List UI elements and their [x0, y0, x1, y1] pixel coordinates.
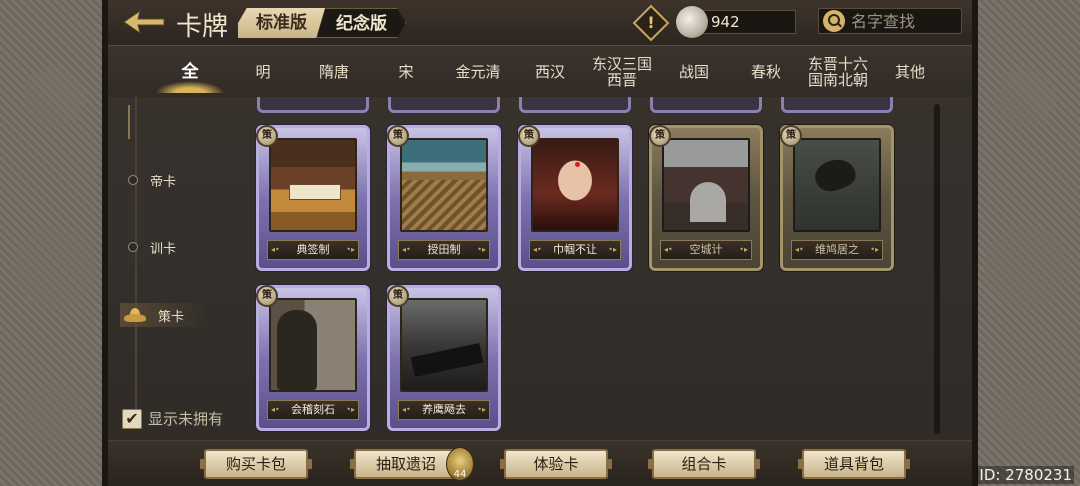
search-box[interactable]: [818, 8, 962, 34]
tab-sui-tang[interactable]: 隋唐: [298, 47, 370, 97]
bottom-action-bar: 购买卡包 抽取遗诏 44 体验卡 组合卡 道具背包: [108, 440, 972, 486]
edict-count-badge: 44: [446, 447, 474, 481]
nav-emperor-cards[interactable]: 帝卡: [128, 170, 176, 190]
lotus-icon: [124, 308, 146, 322]
top-bar: 卡牌 标准版 纪念版 ! 942: [108, 0, 972, 46]
tab-spring-autumn[interactable]: 春秋: [730, 47, 802, 97]
card-name: 会稽刻石: [267, 400, 359, 420]
tab-standard-version[interactable]: 标准版: [238, 8, 325, 38]
strategy-badge-icon: 策: [387, 285, 409, 307]
currency-icon: [676, 6, 708, 38]
draw-edict-button[interactable]: 抽取遗诏: [350, 449, 462, 479]
partial-card[interactable]: [519, 97, 631, 113]
nav-label: 策卡: [158, 309, 185, 325]
card-collection-window: 卡牌 标准版 纪念版 ! 942 全 明 隋唐 宋 金元清 西汉 东汉三国 西晋…: [108, 0, 972, 486]
card-art: [400, 298, 488, 392]
strategy-badge-icon: 策: [256, 125, 278, 147]
card-name: 养鹰飏去: [398, 400, 490, 420]
card-art: [269, 138, 357, 232]
coin-counter: 942: [702, 10, 796, 34]
side-border-right: [972, 0, 978, 486]
card-art: [400, 138, 488, 232]
card-name: 巾帼不让: [529, 240, 621, 260]
partial-card[interactable]: [650, 97, 762, 113]
card-art: [269, 298, 357, 392]
trial-card-button[interactable]: 体验卡: [500, 449, 612, 479]
card-name: 维鸠居之: [791, 240, 883, 260]
nav-label: 训卡: [150, 241, 177, 257]
back-arrow-icon[interactable]: [122, 8, 166, 36]
show-unowned-label: 显示未拥有: [148, 410, 224, 428]
tab-ming[interactable]: 明: [228, 47, 298, 97]
card-name: 空城计: [660, 240, 752, 260]
card-land-grant[interactable]: 策 授田制: [387, 125, 501, 271]
card-name: 典签制: [267, 240, 359, 260]
card-art: [662, 138, 750, 232]
partial-card[interactable]: [781, 97, 893, 113]
card-kuaiji-stele[interactable]: 策 会稽刻石: [256, 285, 370, 431]
item-bag-button[interactable]: 道具背包: [798, 449, 910, 479]
dynasty-tab-row: 全 明 隋唐 宋 金元清 西汉 东汉三国 西晋 战国 春秋 东晋十六 国南北朝 …: [108, 47, 972, 139]
tab-commemorative-version[interactable]: 纪念版: [317, 8, 406, 38]
tab-eastern-jin-southern-northern[interactable]: 东晋十六 国南北朝: [802, 47, 874, 97]
warning-glyph: !: [647, 13, 655, 32]
card-grid: 策 典签制 策 授田制 策 巾帼不让 策 空城计 策 维鸠居之 策 会稽刻石: [252, 97, 928, 437]
card-heroine[interactable]: 策 巾帼不让: [518, 125, 632, 271]
player-id: ID: 2780231: [977, 466, 1074, 484]
nav-training-cards[interactable]: 训卡: [128, 237, 176, 257]
show-unowned-toggle[interactable]: ✔ 显示未拥有: [122, 408, 223, 429]
nav-dot: [128, 175, 138, 185]
card-grid-scrollbar[interactable]: [934, 104, 940, 434]
card-raise-hawk[interactable]: 策 养鹰飏去: [387, 285, 501, 431]
strategy-badge-icon: 策: [780, 125, 802, 147]
buy-pack-button[interactable]: 购买卡包: [200, 449, 312, 479]
nav-strategy-cards[interactable]: 策卡: [120, 303, 207, 327]
partial-card[interactable]: [388, 97, 500, 113]
warning-icon[interactable]: !: [632, 4, 670, 42]
tab-all[interactable]: 全: [152, 47, 228, 97]
tab-song[interactable]: 宋: [370, 47, 442, 97]
tab-western-han[interactable]: 西汉: [514, 47, 586, 97]
tab-other[interactable]: 其他: [874, 47, 946, 97]
search-input[interactable]: [851, 11, 951, 31]
nav-label: 帝卡: [150, 174, 177, 190]
nav-dot: [128, 242, 138, 252]
strategy-badge-icon: 策: [518, 125, 540, 147]
card-empty-fort[interactable]: 策 空城计: [649, 125, 763, 271]
search-icon[interactable]: [823, 10, 845, 32]
partial-card[interactable]: [257, 97, 369, 113]
card-art: [531, 138, 619, 232]
strategy-badge-icon: 策: [256, 285, 278, 307]
strategy-badge-icon: 策: [649, 125, 671, 147]
card-art: [793, 138, 881, 232]
page-title: 卡牌: [176, 12, 229, 42]
tab-warring-states[interactable]: 战国: [658, 47, 730, 97]
dragon-panel-right: [972, 0, 1080, 486]
card-name: 授田制: [398, 240, 490, 260]
strategy-badge-icon: 策: [387, 125, 409, 147]
version-tabs: 标准版 纪念版: [238, 8, 406, 38]
tab-jin-yuan-qing[interactable]: 金元清: [442, 47, 514, 97]
card-dove-nest[interactable]: 策 维鸠居之: [780, 125, 894, 271]
show-unowned-checkbox[interactable]: ✔: [122, 408, 142, 429]
card-dianqian-system[interactable]: 策 典签制: [256, 125, 370, 271]
side-nav-line: [135, 95, 137, 425]
tab-eastern-han-three-kingdoms[interactable]: 东汉三国 西晋: [586, 47, 658, 97]
combo-card-button[interactable]: 组合卡: [648, 449, 760, 479]
dragon-panel-left: [0, 0, 108, 486]
